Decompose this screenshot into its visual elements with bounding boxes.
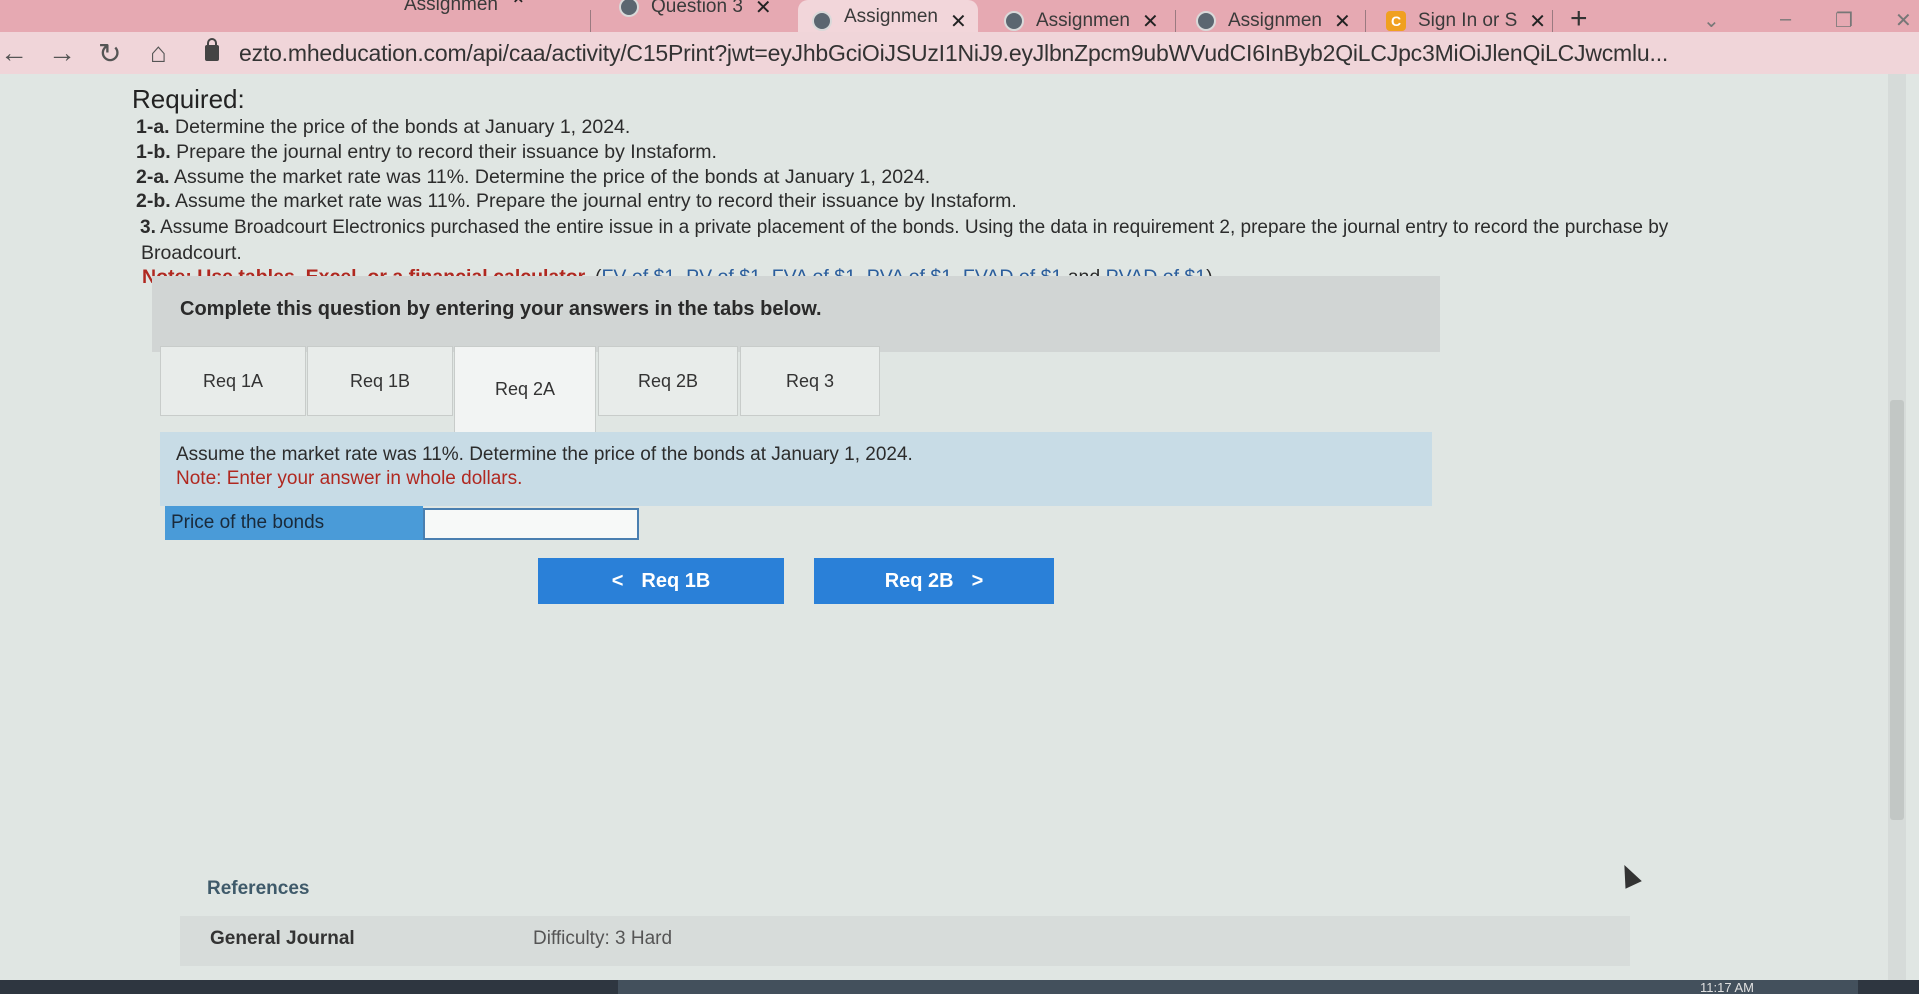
minimize-icon[interactable]: –	[1780, 8, 1791, 31]
difficulty-label: Difficulty: 3 Hard	[533, 928, 673, 949]
instruction-note: Note: Enter your answer in whole dollars…	[176, 468, 523, 489]
taskbar-clock: 11:17 AM	[1700, 980, 1754, 994]
globe-icon	[1004, 11, 1024, 31]
instruction-text: Assume the market rate was 11%. Determin…	[176, 444, 913, 465]
tab-title: Assignmen	[844, 6, 938, 27]
forward-icon[interactable]: →	[48, 37, 76, 69]
requirement-3: 3. Assume Broadcourt Electronics purchas…	[140, 217, 1669, 238]
requirement-1b: 1-b. Prepare the journal entry to record…	[136, 141, 717, 163]
restore-icon[interactable]: ❐	[1835, 8, 1853, 33]
taskbar-apps	[618, 980, 1858, 994]
next-button-label: Req 2B	[884, 569, 954, 592]
prev-req-1b-button[interactable]: < Req 1B	[538, 558, 784, 604]
scrollbar-thumb[interactable]	[1890, 400, 1904, 820]
requirement-1a: 1-a. Determine the price of the bonds at…	[136, 116, 631, 138]
tab-req-1a[interactable]: Req 1A	[160, 346, 306, 416]
tab-search-icon[interactable]: ⌄	[1703, 8, 1720, 33]
tab-req-3[interactable]: Req 3	[740, 346, 880, 416]
tab-title: Assignmen	[1036, 10, 1130, 31]
next-req-2b-button[interactable]: Req 2B >	[814, 558, 1054, 604]
back-icon[interactable]: ←	[0, 37, 28, 69]
lock-icon[interactable]	[205, 38, 219, 61]
globe-icon	[619, 0, 639, 17]
home-icon[interactable]: ⌂	[150, 37, 167, 69]
required-heading: Required:	[132, 84, 245, 114]
close-icon[interactable]: ✕	[1334, 9, 1351, 34]
url-text[interactable]: ezto.mheducation.com/api/caa/activity/C1…	[239, 40, 1668, 67]
requirement-2a: 2-a. Assume the market rate was 11%. Det…	[136, 166, 931, 188]
close-icon[interactable]: ✕	[1529, 9, 1546, 34]
chevron-down-icon[interactable]: ⌃	[510, 0, 527, 18]
reload-icon[interactable]: ↻	[98, 37, 121, 70]
tab-title: Question 3	[651, 0, 743, 17]
globe-icon	[1196, 11, 1216, 31]
tab-title: Assignmen	[404, 0, 498, 15]
question-instructions: Assume the market rate was 11%. Determin…	[160, 432, 1432, 506]
references-link[interactable]: References	[207, 878, 309, 900]
tab-req-2b[interactable]: Req 2B	[598, 346, 738, 416]
tab-req-2a[interactable]: Req 2A	[454, 346, 596, 432]
globe-icon	[812, 11, 832, 31]
close-icon[interactable]: ✕	[1142, 9, 1159, 34]
instructions-panel: Complete this question by entering your …	[152, 276, 1440, 352]
requirement-3-continued: Broadcourt.	[141, 242, 242, 264]
price-of-bonds-input[interactable]	[423, 508, 639, 540]
window-close-icon[interactable]: ✕	[1895, 8, 1912, 33]
close-icon[interactable]: ✕	[755, 0, 772, 20]
panel-title: Complete this question by entering your …	[180, 298, 822, 320]
tab-title: Sign In or S	[1418, 10, 1518, 31]
chevron-left-icon: <	[611, 569, 624, 592]
general-journal-label: General Journal	[210, 928, 355, 949]
prev-button-label: Req 1B	[641, 569, 711, 592]
tab-req-1b[interactable]: Req 1B	[307, 346, 453, 416]
close-icon[interactable]: ✕	[950, 9, 967, 34]
footer-bar	[180, 916, 1630, 966]
chevron-right-icon: >	[971, 569, 984, 592]
requirement-2b: 2-b. Assume the market rate was 11%. Pre…	[136, 190, 1017, 212]
tab-title: Assignmen	[1228, 10, 1322, 31]
g-logo-icon: C	[1386, 11, 1406, 31]
address-bar[interactable]: ezto.mheducation.com/api/caa/activity/C1…	[205, 35, 1685, 71]
new-tab-button[interactable]: +	[1570, 2, 1588, 36]
price-of-bonds-label: Price of the bonds	[165, 506, 423, 540]
browser-toolbar: ← → ↻ ⌂ ezto.mheducation.com/api/caa/act…	[0, 32, 1919, 74]
